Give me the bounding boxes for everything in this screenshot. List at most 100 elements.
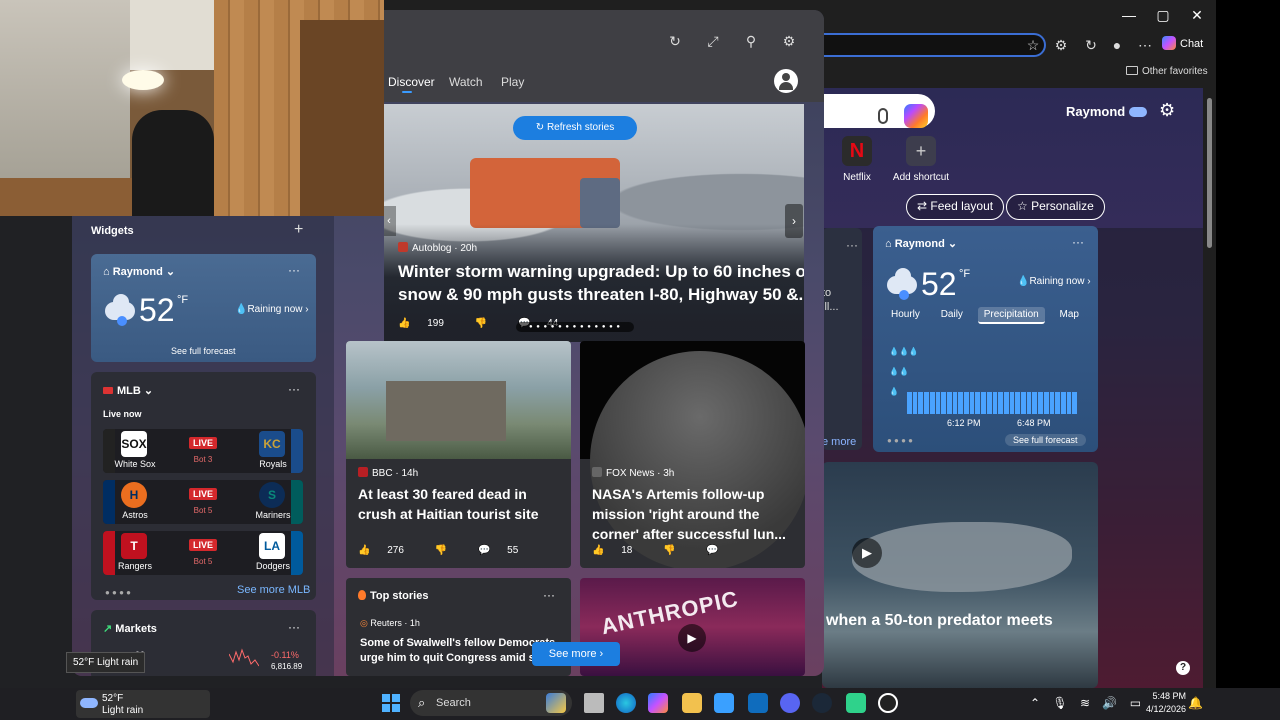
video-card[interactable]: ▶ when a 50-ton predator meets <box>822 462 1098 688</box>
edge-icon[interactable] <box>616 693 636 713</box>
discord-icon[interactable] <box>780 693 800 713</box>
microphone-icon[interactable]: 🎙 <box>1052 696 1067 710</box>
see-more-mlb-link[interactable]: See more MLB <box>237 584 310 596</box>
hero-story-card[interactable]: ↻ Refresh stories ‹ › Autoblog · 20h Win… <box>384 104 804 342</box>
close-icon[interactable]: ✕ <box>1182 6 1212 24</box>
copilot-app-icon[interactable] <box>648 693 668 713</box>
personalize-button[interactable]: ☆ Personalize <box>1006 194 1105 220</box>
condition[interactable]: 💧Raining now › <box>1017 276 1091 287</box>
start-button[interactable] <box>382 694 400 712</box>
expand-icon[interactable]: ⤢ <box>704 32 722 50</box>
clock[interactable]: 5:48 PM 4/12/2026 <box>1140 690 1186 716</box>
story-card[interactable]: BBC · 14h At least 30 feared dead in cru… <box>346 341 571 568</box>
store-icon[interactable] <box>714 693 734 713</box>
story-card[interactable]: FOX News · 3h NASA's Artemis follow-up m… <box>580 341 805 568</box>
dislike-button[interactable]: 👎 <box>475 318 501 329</box>
dislike-button[interactable]: 👎 <box>435 545 461 556</box>
address-bar[interactable] <box>820 33 1046 57</box>
comment-button[interactable]: 💬 55 <box>478 545 532 556</box>
weather-card[interactable]: ⌂ Raymond ⌄ ··· 52 °F 💧Raining now › Hou… <box>873 226 1098 452</box>
search-box[interactable] <box>822 94 935 128</box>
account-avatar[interactable] <box>774 69 798 93</box>
play-icon[interactable]: ▶ <box>678 624 706 652</box>
volume-icon[interactable]: 🔊 <box>1102 696 1117 710</box>
more-options-icon[interactable]: ··· <box>288 382 300 396</box>
help-icon[interactable]: ? <box>1176 661 1190 675</box>
other-favorites[interactable]: Other favorites <box>1126 66 1208 77</box>
profile-icon[interactable]: ● <box>1108 36 1126 54</box>
story-source[interactable]: BBC · 14h <box>358 467 418 479</box>
see-more-link[interactable]: e more <box>822 436 856 448</box>
game-row[interactable]: H Astros LIVE Bot 5 S Mariners <box>103 480 303 524</box>
see-more-button[interactable]: See more › <box>532 642 620 666</box>
settings-gear-icon[interactable]: ⚙ <box>1159 100 1175 121</box>
game-row[interactable]: T Rangers LIVE Bot 5 LA Dodgers <box>103 531 303 575</box>
markets-title[interactable]: ↗ Markets <box>103 622 157 635</box>
dislike-button[interactable]: 👎 <box>663 545 689 556</box>
like-button[interactable]: 👍 199 <box>398 318 458 329</box>
scrollbar-thumb[interactable] <box>1207 98 1212 248</box>
more-icon[interactable]: ⋯ <box>1136 36 1154 54</box>
add-widget-icon[interactable]: + <box>294 221 303 239</box>
more-options-icon[interactable]: ··· <box>288 263 300 277</box>
mlb-title[interactable]: MLB ⌄ <box>103 384 153 397</box>
shortcut-netflix[interactable]: N Netflix <box>822 136 892 183</box>
tab-hourly[interactable]: Hourly <box>885 307 926 322</box>
maximize-icon[interactable]: ▢ <box>1148 6 1178 24</box>
condition[interactable]: 💧Raining now › <box>235 304 309 315</box>
tab-discover[interactable]: Discover <box>388 75 435 93</box>
see-full-forecast-link[interactable]: See full forecast <box>171 346 236 356</box>
story-headline[interactable]: Winter storm warning upgraded: Up to 60 … <box>398 260 804 306</box>
video-caption[interactable]: when a 50-ton predator meets <box>826 612 1053 630</box>
tab-daily[interactable]: Daily <box>935 307 969 322</box>
copilot-chat-button[interactable]: Chat <box>1162 36 1203 50</box>
outlook-icon[interactable] <box>748 693 768 713</box>
feed-card-partial[interactable]: ··· to ill... e more <box>822 228 862 450</box>
weather-widget[interactable]: ⌂ Raymond ⌄ ··· 52 °F 💧Raining now › See… <box>91 254 316 362</box>
like-button[interactable]: 👍 276 <box>358 545 418 556</box>
refresh-stories-button[interactable]: ↻ Refresh stories <box>513 116 637 140</box>
see-full-forecast-button[interactable]: See full forecast <box>1005 434 1086 446</box>
story-headline[interactable]: NASA's Artemis follow-up mission 'right … <box>592 484 797 544</box>
search-highlights-icon[interactable] <box>546 693 566 713</box>
copilot-icon[interactable] <box>904 104 928 128</box>
weather-location[interactable]: ⌂ Raymond ⌄ <box>885 237 957 250</box>
more-options-icon[interactable]: ··· <box>543 588 555 602</box>
story-headline[interactable]: At least 30 feared dead in crush at Hait… <box>358 484 563 524</box>
tab-watch[interactable]: Watch <box>449 75 483 89</box>
more-options-icon[interactable]: ··· <box>846 238 858 252</box>
story-source[interactable]: Autoblog · 20h <box>398 242 477 254</box>
file-explorer-icon[interactable] <box>682 693 702 713</box>
tab-play[interactable]: Play <box>501 75 524 89</box>
tab-map[interactable]: Map <box>1054 307 1085 322</box>
chevron-right-icon[interactable]: › <box>785 204 803 238</box>
history-icon[interactable]: ↻ <box>1082 36 1100 54</box>
notification-bell-icon[interactable]: 🔔 <box>1188 696 1203 710</box>
story-source[interactable]: ◎ Reuters · 1h <box>360 618 420 629</box>
feed-layout-button[interactable]: ⇄ Feed layout <box>906 194 1005 220</box>
like-button[interactable]: 👍 18 <box>592 545 646 556</box>
favorite-star-icon[interactable]: ☆ <box>1024 36 1042 54</box>
mlb-widget[interactable]: MLB ⌄ ··· Live now SOX White Sox LIVE Bo… <box>91 372 316 600</box>
pin-icon[interactable]: ⚲ <box>742 32 760 50</box>
play-icon[interactable]: ▶ <box>852 538 882 568</box>
chevron-up-icon[interactable]: ⌃ <box>1030 696 1040 710</box>
more-options-icon[interactable]: ··· <box>1072 235 1084 249</box>
minimize-icon[interactable]: — <box>1114 6 1144 24</box>
extensions-icon[interactable]: ⚙ <box>1052 36 1070 54</box>
tab-precipitation[interactable]: Precipitation <box>977 307 1045 324</box>
refresh-icon[interactable]: ↻ <box>666 32 684 50</box>
app-g-icon[interactable] <box>878 693 898 713</box>
taskbar-weather[interactable]: 52°F Light rain <box>76 690 210 718</box>
chevron-left-icon[interactable]: ‹ <box>384 206 396 236</box>
task-view-icon[interactable] <box>584 693 604 713</box>
wifi-icon[interactable]: ≋ <box>1080 696 1090 710</box>
comment-button[interactable]: 💬 <box>706 545 732 556</box>
settings-icon[interactable]: ⚙ <box>780 32 798 50</box>
more-options-icon[interactable]: ··· <box>288 620 300 634</box>
scrollbar[interactable] <box>1203 88 1216 688</box>
story-source[interactable]: FOX News · 3h <box>592 467 674 479</box>
weather-location[interactable]: ⌂ Raymond ⌄ <box>103 265 175 278</box>
shortcut-add[interactable]: + Add shortcut <box>886 136 956 183</box>
game-row[interactable]: SOX White Sox LIVE Bot 3 KC Royals <box>103 429 303 473</box>
